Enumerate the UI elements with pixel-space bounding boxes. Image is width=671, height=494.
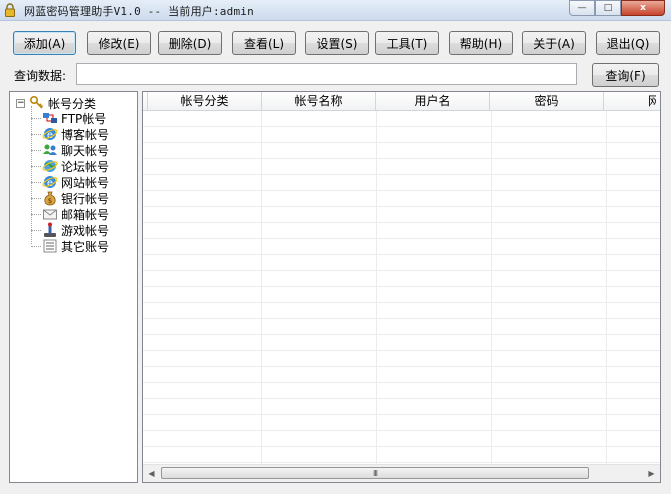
scroll-right-icon[interactable]: ▶ bbox=[643, 465, 660, 482]
grid-body[interactable] bbox=[143, 111, 660, 464]
column-header-website[interactable]: 网 bbox=[604, 92, 656, 110]
chat-users-icon bbox=[43, 144, 57, 155]
query-button[interactable]: 查询(F) bbox=[592, 63, 659, 87]
scroll-left-icon[interactable]: ◀ bbox=[143, 465, 160, 482]
tree-item-bank[interactable]: $ 银行帐号 bbox=[31, 190, 110, 206]
tree-item-mail[interactable]: 邮箱帐号 bbox=[31, 206, 110, 222]
view-button[interactable]: 查看(L) bbox=[232, 31, 296, 55]
column-header-category[interactable]: 帐号分类 bbox=[148, 92, 262, 110]
tree-item-forum[interactable]: 论坛帐号 bbox=[31, 158, 110, 174]
svg-text:$: $ bbox=[48, 197, 52, 205]
grid-header: 帐号分类 帐号名称 用户名 密码 网 bbox=[143, 92, 660, 111]
search-label: 查询数据: bbox=[14, 69, 67, 83]
tree-item-other[interactable]: 其它账号 bbox=[31, 238, 110, 254]
tree-item-game[interactable]: 游戏帐号 bbox=[31, 222, 110, 238]
tree-item-label: 论坛帐号 bbox=[61, 159, 110, 174]
window-title: 网蓝密码管理助手V1.0 -- 当前用户:admin bbox=[24, 5, 254, 18]
tree-item-chat[interactable]: 聊天帐号 bbox=[31, 142, 110, 158]
tree-item-website[interactable]: e 网站帐号 bbox=[31, 174, 110, 190]
mail-icon bbox=[43, 209, 57, 220]
title-bar: 网蓝密码管理助手V1.0 -- 当前用户:admin — □ x bbox=[0, 0, 671, 21]
tools-button[interactable]: 工具(T) bbox=[375, 31, 439, 55]
settings-button[interactable]: 设置(S) bbox=[305, 31, 369, 55]
tree-item-label: 网站帐号 bbox=[61, 175, 110, 190]
tree-item-label: 邮箱帐号 bbox=[61, 207, 110, 222]
close-button[interactable]: x bbox=[621, 0, 665, 16]
tree-item-label: FTP帐号 bbox=[61, 111, 107, 126]
tree-item-ftp[interactable]: FTP帐号 bbox=[31, 110, 107, 126]
tree-item-label: 聊天帐号 bbox=[61, 143, 110, 158]
list-icon bbox=[43, 239, 57, 253]
add-button[interactable]: 添加(A) bbox=[13, 31, 76, 55]
tree-item-label: 银行帐号 bbox=[61, 191, 110, 206]
lock-icon bbox=[5, 3, 15, 17]
scroll-thumb[interactable]: III bbox=[161, 467, 589, 479]
column-header-username[interactable]: 用户名 bbox=[376, 92, 490, 110]
forum-globe-icon bbox=[42, 160, 58, 172]
account-grid[interactable]: 帐号分类 帐号名称 用户名 密码 网 ◀ III ▶ bbox=[142, 91, 661, 483]
tree-item-label: 博客帐号 bbox=[61, 127, 110, 142]
maximize-button[interactable]: □ bbox=[595, 0, 621, 16]
ie-icon: e bbox=[42, 176, 58, 189]
edit-button[interactable]: 修改(E) bbox=[87, 31, 151, 55]
exit-button[interactable]: 退出(Q) bbox=[596, 31, 660, 55]
tree-item-label: 游戏帐号 bbox=[61, 223, 110, 238]
ftp-icon bbox=[43, 113, 57, 123]
column-header-password[interactable]: 密码 bbox=[490, 92, 604, 110]
tree-connector bbox=[31, 106, 32, 244]
delete-button[interactable]: 删除(D) bbox=[158, 31, 222, 55]
category-tree[interactable]: − 帐号分类 FTP帐号 e 博客帐号 聊天帐号 论坛帐号 e 网站帐号 $ 银… bbox=[9, 91, 138, 483]
help-button[interactable]: 帮助(H) bbox=[449, 31, 513, 55]
column-header-account-name[interactable]: 帐号名称 bbox=[262, 92, 376, 110]
joystick-icon bbox=[44, 222, 56, 237]
collapse-icon[interactable]: − bbox=[16, 98, 25, 108]
search-input[interactable] bbox=[76, 63, 577, 85]
minimize-button[interactable]: — bbox=[569, 0, 595, 16]
window-controls: — □ x bbox=[569, 0, 665, 18]
money-bag-icon: $ bbox=[44, 191, 56, 206]
about-button[interactable]: 关于(A) bbox=[522, 31, 586, 55]
toolbar: 添加(A) 修改(E) 删除(D) 查看(L) 设置(S) 工具(T) 帮助(H… bbox=[13, 31, 661, 55]
ie-icon: e bbox=[42, 128, 58, 141]
tree-item-label: 其它账号 bbox=[61, 239, 110, 254]
horizontal-scrollbar[interactable]: ◀ III ▶ bbox=[143, 464, 660, 482]
tree-item-blog[interactable]: e 博客帐号 bbox=[31, 126, 110, 142]
